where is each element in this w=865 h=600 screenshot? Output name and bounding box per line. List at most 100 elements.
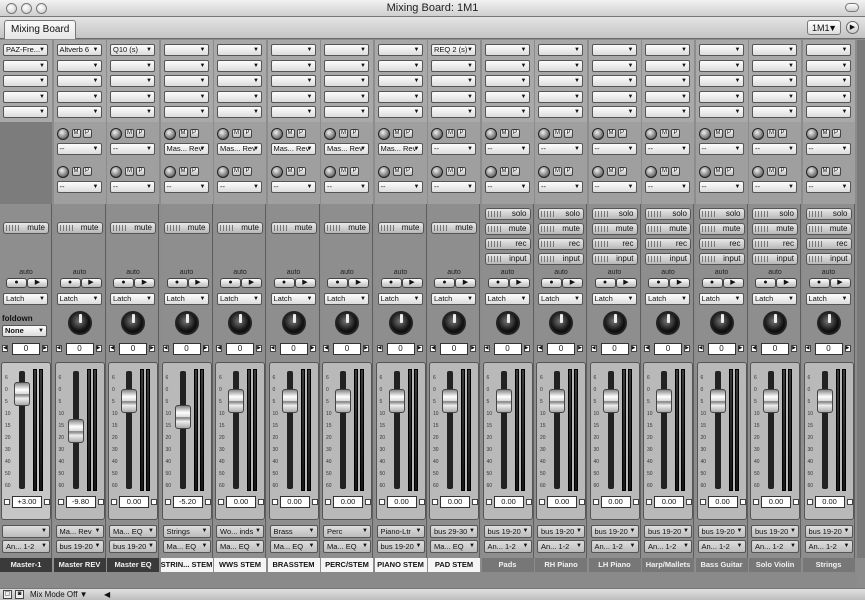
send-level-knob[interactable] (805, 166, 818, 178)
level-value[interactable]: 0.00 (119, 496, 149, 508)
insert-slot[interactable]: ▼ (538, 75, 583, 87)
record-button[interactable]: rec (591, 238, 638, 250)
pan-knob[interactable] (549, 311, 573, 335)
insert-slot[interactable]: ▼ (591, 90, 637, 103)
send-level-knob[interactable] (217, 128, 229, 140)
insert-slot[interactable]: ▼ (217, 106, 262, 118)
mute-button[interactable]: mute (698, 223, 745, 235)
input-selector[interactable]: An... 1-2 ▼ (483, 540, 532, 553)
send-mute-button[interactable]: M (606, 167, 616, 176)
automation-mode-dropdown[interactable]: Latch ▼ (805, 293, 851, 305)
insert-slot[interactable]: ▼ (645, 106, 690, 118)
folddown-dropdown[interactable]: None ▼ (2, 325, 47, 337)
track-name[interactable]: Pads (481, 558, 534, 572)
send-level-knob[interactable] (270, 166, 283, 178)
level-up-button[interactable] (632, 499, 639, 505)
insert-slot[interactable]: ▼ (538, 59, 583, 72)
automation-mode-dropdown[interactable]: Latch ▼ (217, 293, 262, 305)
record-button[interactable]: rec (538, 238, 584, 250)
pan-right-arrow[interactable]: ▶ (577, 345, 583, 352)
pan-left-arrow[interactable]: ◀ (804, 345, 811, 352)
solo-button[interactable]: solo (538, 208, 584, 220)
automation-mode-dropdown[interactable]: Latch ▼ (484, 293, 530, 305)
insert-slot[interactable]: ▼ (752, 59, 797, 72)
send-slot[interactable]: -- ▼ (56, 181, 102, 193)
send-level-knob[interactable] (484, 128, 497, 140)
send-prefader-button[interactable]: P (564, 129, 573, 138)
automation-mode-dropdown[interactable]: Latch ▼ (56, 293, 102, 305)
level-down-button[interactable] (699, 499, 706, 505)
insert-slot[interactable]: ▼ (217, 90, 262, 103)
input-selector[interactable]: Ma... EQ ▼ (269, 540, 318, 553)
track-name[interactable]: Master REV (53, 558, 106, 572)
insert-slot[interactable]: ▼ (217, 44, 262, 56)
send-prefader-button[interactable]: P (243, 129, 252, 138)
insert-slot[interactable]: ▼ (431, 59, 476, 72)
automation-read-button[interactable]: ● (487, 278, 509, 288)
send-prefader-button[interactable]: P (564, 167, 573, 176)
level-value[interactable]: -5.20 (172, 496, 203, 508)
insert-slot[interactable]: ▼ (3, 75, 48, 87)
output-selector[interactable]: bus 19-20 ▼ (483, 525, 532, 538)
input-selector[interactable]: Ma... EQ ▼ (162, 540, 211, 553)
record-button[interactable]: rec (752, 238, 798, 250)
insert-slot[interactable]: ▼ (324, 75, 369, 87)
automation-read-button[interactable]: ● (594, 278, 616, 288)
automation-mode-dropdown[interactable]: Latch ▼ (698, 293, 744, 305)
automation-write-button[interactable]: ▶ (348, 278, 369, 288)
pan-left-arrow[interactable]: ◀ (590, 345, 597, 352)
zoom-window-button[interactable] (36, 3, 47, 14)
pan-knob[interactable] (228, 311, 252, 335)
automation-write-button[interactable]: ▶ (27, 278, 48, 288)
send-level-knob[interactable] (431, 128, 443, 140)
input-selector[interactable]: An... 1-2 ▼ (2, 540, 50, 553)
mute-button[interactable]: mute (752, 223, 798, 235)
automation-mode-dropdown[interactable]: Latch ▼ (3, 293, 48, 305)
send-mute-button[interactable]: M (285, 129, 295, 138)
send-mute-button[interactable]: M (767, 129, 776, 138)
insert-slot[interactable]: PAZ-Fre... ▼ (3, 44, 48, 56)
automation-read-button[interactable]: ● (648, 278, 669, 288)
automation-mode-dropdown[interactable]: Latch ▼ (431, 293, 476, 305)
level-up-button[interactable] (846, 499, 853, 505)
send-mute-button[interactable]: M (125, 129, 134, 138)
output-selector[interactable]: Ma... Rev ▼ (55, 525, 104, 538)
send-mute-button[interactable]: M (660, 167, 669, 176)
insert-slot[interactable]: ▼ (698, 59, 744, 72)
automation-write-button[interactable]: ▶ (669, 278, 690, 288)
pan-right-arrow[interactable]: ▶ (256, 345, 262, 352)
pan-right-arrow[interactable]: ▶ (149, 345, 155, 352)
send-slot[interactable]: -- ▼ (431, 181, 476, 193)
output-selector[interactable]: bus 19-20 ▼ (697, 525, 746, 538)
level-up-button[interactable] (739, 499, 746, 505)
input-selector[interactable]: An... 1-2 ▼ (644, 540, 692, 553)
output-selector[interactable]: bus 29-30 ▼ (430, 525, 478, 538)
pan-right-arrow[interactable]: ▶ (42, 345, 48, 352)
send-prefader-button[interactable]: P (136, 167, 145, 176)
send-level-knob[interactable] (805, 128, 818, 140)
level-value[interactable]: 0.00 (333, 496, 363, 508)
send-level-knob[interactable] (324, 128, 336, 140)
send-prefader-button[interactable]: P (671, 129, 680, 138)
automation-read-button[interactable]: ● (380, 278, 402, 288)
insert-slot[interactable]: ▼ (591, 59, 637, 72)
pan-value[interactable]: 0 (65, 343, 94, 355)
level-value[interactable]: 0.00 (761, 496, 791, 508)
level-value[interactable]: 0.00 (279, 496, 310, 508)
track-name[interactable]: PERC/STEM (321, 558, 373, 572)
pan-right-arrow[interactable]: ▶ (416, 345, 423, 352)
send-prefader-button[interactable]: P (296, 167, 306, 176)
insert-slot[interactable]: ▼ (377, 44, 423, 56)
pan-right-arrow[interactable]: ▶ (684, 345, 690, 352)
send-prefader-button[interactable]: P (510, 167, 520, 176)
send-mute-button[interactable]: M (713, 129, 723, 138)
send-mute-button[interactable]: M (178, 129, 188, 138)
insert-slot[interactable]: ▼ (538, 90, 583, 103)
level-up-button[interactable] (418, 499, 425, 505)
pan-left-arrow[interactable]: ◀ (430, 345, 436, 352)
input-monitor-button[interactable]: input (484, 253, 531, 265)
level-value[interactable]: 0.00 (654, 496, 684, 508)
send-prefader-button[interactable]: P (831, 167, 841, 176)
input-selector[interactable]: An... 1-2 ▼ (804, 540, 853, 553)
pan-right-arrow[interactable]: ▶ (523, 345, 530, 352)
